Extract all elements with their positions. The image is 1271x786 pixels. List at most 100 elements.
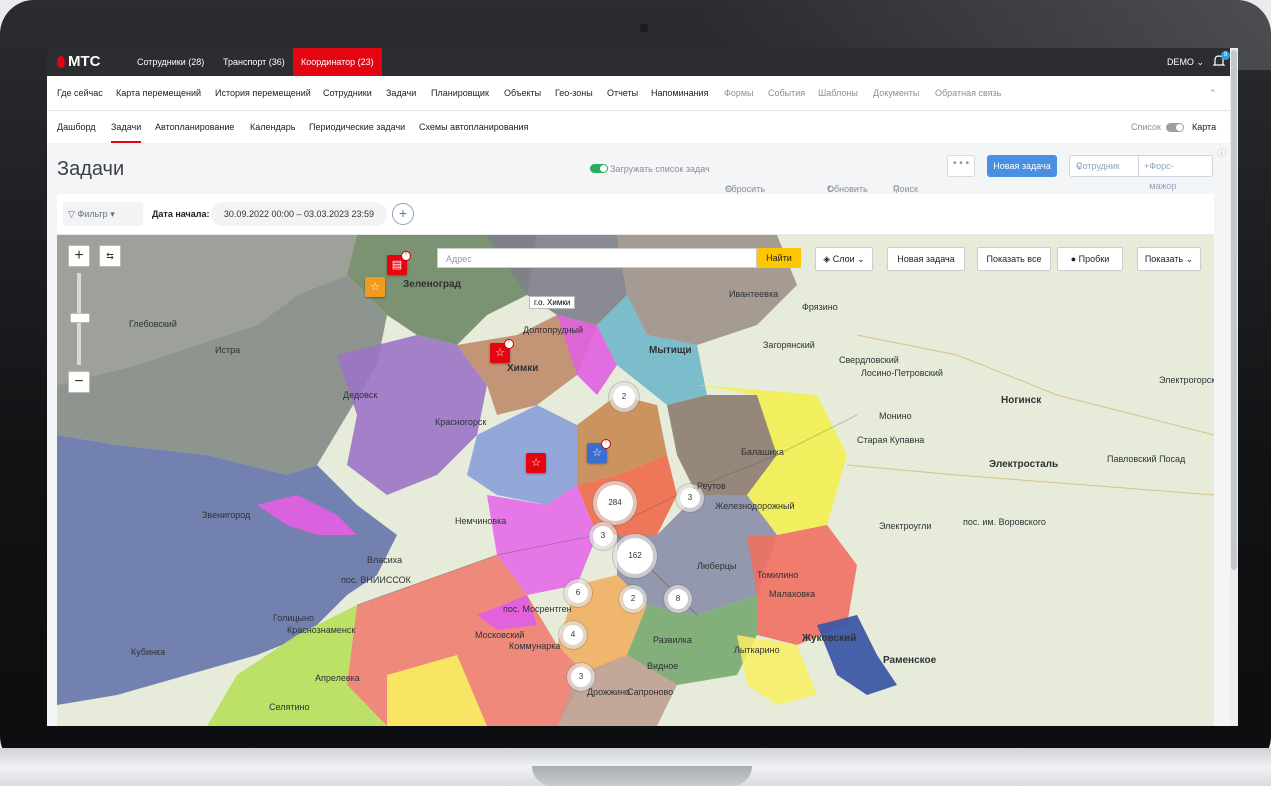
map-label: Немчиновка [455,516,507,526]
nav-employees[interactable]: Сотрудники [323,76,372,110]
map-label: Долгопрудный [523,325,584,335]
scrollbar-thumb[interactable] [1231,50,1237,570]
star-icon: ☆ [495,347,505,359]
map-label: Томилино [757,570,799,580]
view-toggle[interactable] [1166,123,1184,132]
nav-planner[interactable]: Планировщик [431,76,489,110]
task-cluster[interactable]: 2 [623,589,643,609]
nav-reports[interactable]: Отчеты [607,76,638,110]
task-marker[interactable]: ☆ [365,277,385,297]
page-scrollbar[interactable] [1230,48,1238,726]
nav-movement-map[interactable]: Карта перемещений [116,76,201,110]
map-label: Свердловский [839,355,899,365]
task-marker[interactable]: ☆ [526,453,546,473]
find-button[interactable]: Найти [757,248,801,268]
map-label: Красногорск [435,417,487,427]
active-tab-underline [111,141,141,143]
more-button[interactable]: • • • [947,155,975,177]
view-map-label[interactable]: Карта [1192,111,1216,143]
task-cluster[interactable]: 6 [568,583,588,603]
map-label: Сапроново [627,687,674,697]
notification-badge: 9 [1221,51,1230,60]
map-label: Дедовск [343,390,378,400]
layers-button[interactable]: ◈ Слои ⌄ [815,247,873,271]
load-list-label[interactable]: Загружать список задач [610,164,710,174]
tab-employees[interactable]: Сотрудники (28) [129,48,212,76]
map-label: Балашиха [741,447,784,457]
show-button[interactable]: Показать ⌄ [1137,247,1201,271]
filter-bar: ▽ Фильтр ▾ Дата начала: 30.09.2022 00:00… [57,194,1214,235]
zoom-slider[interactable] [70,273,90,365]
map-view[interactable]: + − ⇆ Адрес Найти ◈ Слои ⌄ Новая задача … [57,235,1214,726]
nav-documents[interactable]: Документы [873,76,919,110]
document-icon: ▤ [391,259,403,271]
task-cluster[interactable]: 3 [593,526,613,546]
task-cluster[interactable]: 4 [563,625,583,645]
date-range-field[interactable]: 30.09.2022 00:00 – 03.03.2023 23:59 [211,202,387,226]
add-filter-button[interactable]: + [392,203,414,225]
show-label: Показать [1144,254,1184,264]
nav-where-now[interactable]: Где сейчас [57,76,103,110]
mts-logo[interactable]: МТС [57,53,101,70]
nav-movement-history[interactable]: История перемещений [215,76,311,110]
nav-objects[interactable]: Объекты [504,76,541,110]
search-label: Поиск [893,184,918,194]
map-label: пос. им. Воровского [963,517,1046,527]
logo-text: МТС [68,53,101,70]
map-label: Лосино-Петровский [861,368,943,378]
task-marker[interactable]: ▤! [387,251,411,275]
nav-feedback[interactable]: Обратная связь [935,76,1001,110]
nav-templates[interactable]: Шаблоны [818,76,858,110]
nav-geozones[interactable]: Гео-зоны [555,76,593,110]
nav-events[interactable]: События [768,76,805,110]
task-cluster[interactable]: 3 [680,488,700,508]
zoom-in-button[interactable]: + [68,245,90,267]
tab-coordinator[interactable]: Координатор (23) [293,48,382,76]
address-input[interactable]: Адрес [437,248,757,268]
force-majeure-button[interactable]: + Форс-мажор [1138,156,1177,191]
traffic-button[interactable]: ● Пробки [1057,247,1123,271]
zoom-control: + − [68,245,90,393]
nav-reminders[interactable]: Напоминания [651,76,708,110]
task-marker[interactable]: ☆! [587,439,611,463]
page-header: Задачи Загружать список задач ⊖ Сбросить… [47,144,1238,204]
nav-tasks[interactable]: Задачи [386,76,416,110]
task-cluster[interactable]: 8 [668,589,688,609]
map-label: Селятино [269,702,310,712]
ruler-button[interactable]: ⇆ [99,245,121,267]
zoom-slider-knob[interactable] [70,313,90,323]
subnav-autoplanning-schemes[interactable]: Схемы автопланирования [419,111,528,143]
ruler-icon: ⇆ [106,251,114,261]
subnav-autoplanning[interactable]: Автопланирование [155,111,234,143]
load-list-toggle[interactable] [590,164,608,173]
view-list-label[interactable]: Список [1131,111,1161,143]
map-label: Электроугли [879,521,932,531]
subnav-dashboard[interactable]: Дашборд [57,111,96,143]
map-new-task-button[interactable]: Новая задача [887,247,965,271]
user-menu[interactable]: DEMO ⌄ [1167,48,1204,76]
show-all-button[interactable]: Показать все [977,247,1051,271]
map-label: Раменское [883,655,937,666]
task-cluster[interactable]: 284 [597,485,633,521]
force-majeure-label: Форс-мажор [1149,161,1177,191]
subnav-periodic-tasks[interactable]: Периодические задачи [309,111,405,143]
task-marker[interactable]: ☆! [490,339,514,363]
notifications-button[interactable]: 9 [1212,51,1230,68]
task-cluster[interactable]: 162 [617,538,653,574]
mts-egg-icon [57,55,65,68]
nav-forms[interactable]: Формы [724,76,754,110]
subnav-calendar[interactable]: Календарь [250,111,295,143]
zoom-out-button[interactable]: − [68,371,90,393]
task-cluster[interactable]: 3 [571,667,591,687]
top-bar: МТС Сотрудники (28) Транспорт (36) Коорд… [47,48,1238,76]
main-nav: Где сейчас Карта перемещений История пер… [47,76,1238,111]
collapse-icon[interactable]: ⌃ [1209,76,1217,110]
page-title: Задачи [57,158,125,180]
filter-icon: ▽ [68,209,75,219]
help-icon[interactable]: ⓘ [1217,146,1226,159]
tab-transport[interactable]: Транспорт (36) [215,48,293,76]
subnav-tasks[interactable]: Задачи [111,111,141,143]
filter-button[interactable]: ▽ Фильтр ▾ [63,202,143,226]
task-cluster[interactable]: 2 [613,386,635,408]
new-task-button[interactable]: Новая задача [987,155,1057,177]
